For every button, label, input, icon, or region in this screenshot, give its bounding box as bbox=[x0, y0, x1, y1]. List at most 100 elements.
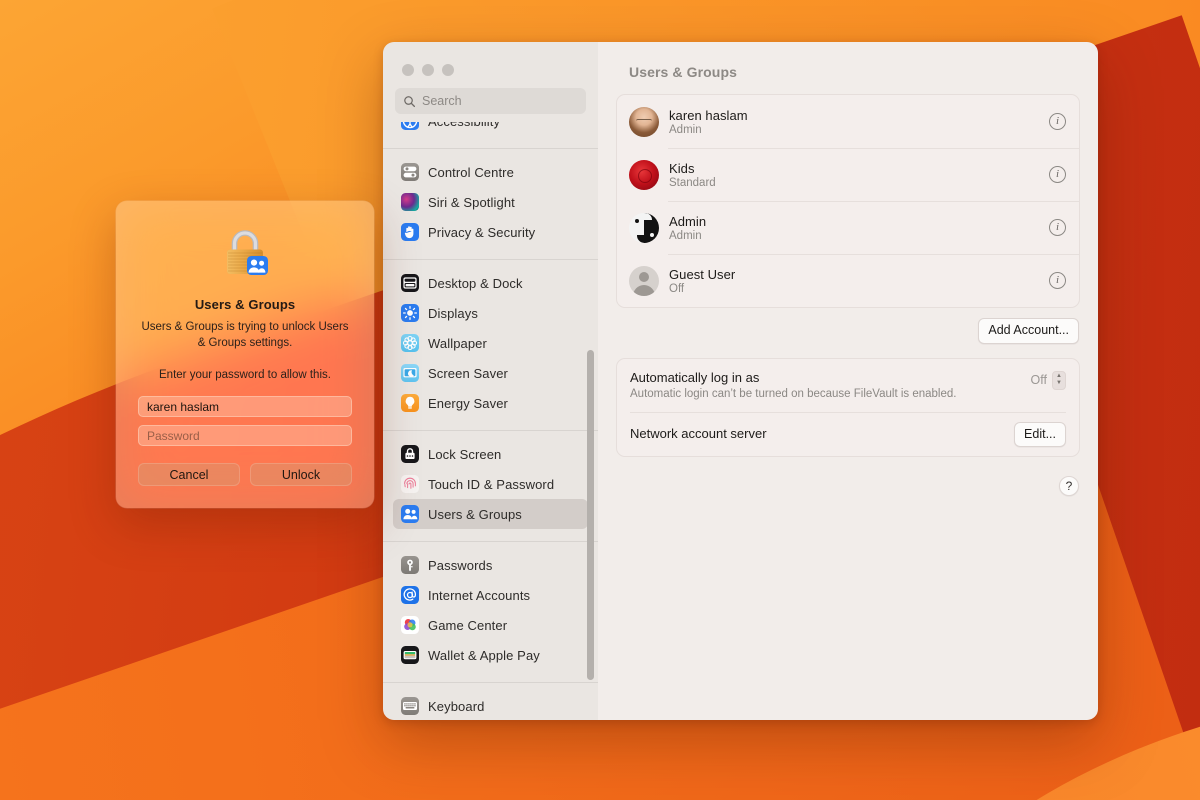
sidebar-item-label: Internet Accounts bbox=[428, 587, 531, 603]
info-icon[interactable]: i bbox=[1049, 219, 1066, 236]
sidebar-group: Lock Screen Touch ID & Password Users & Gr… bbox=[383, 428, 598, 539]
sidebar-item-energy-saver[interactable]: Energy Saver bbox=[393, 388, 588, 418]
user-name: karen haslam bbox=[669, 107, 748, 123]
chevron-up-icon: ▲ bbox=[1056, 373, 1062, 380]
sidebar-item-passwords[interactable]: Passwords bbox=[393, 550, 588, 580]
sidebar-item-siri-spotlight[interactable]: Siri & Spotlight bbox=[393, 187, 588, 217]
user-text: karen haslam Admin bbox=[669, 108, 1049, 136]
add-account-button[interactable]: Add Account... bbox=[978, 318, 1079, 344]
sidebar-item-control-centre[interactable]: Control Centre bbox=[393, 157, 588, 187]
sidebar-item-privacy-security[interactable]: Privacy & Security bbox=[393, 217, 588, 247]
user-row[interactable]: Admin Admin i bbox=[617, 201, 1079, 254]
info-icon[interactable]: i bbox=[1049, 272, 1066, 289]
sidebar-item-internet-accounts[interactable]: Internet Accounts bbox=[393, 580, 588, 610]
displays-brightness-icon bbox=[401, 304, 419, 322]
sidebar-item-list: Accessibility Control Centre Siri & Spotli… bbox=[383, 122, 598, 720]
help-row: ? bbox=[616, 457, 1080, 497]
network-account-server-label: Network account server bbox=[630, 426, 767, 442]
user-name: Admin bbox=[669, 213, 707, 229]
yin-yang-avatar bbox=[629, 212, 659, 243]
sidebar-item-label: Accessibility bbox=[428, 122, 500, 129]
desktop-wallpaper: Search Accessibility Control Centre Siri &… bbox=[0, 0, 1200, 800]
auto-login-description: Automatic login can’t be turned on becau… bbox=[630, 387, 957, 400]
sidebar-item-lock-screen[interactable]: Lock Screen bbox=[393, 439, 588, 469]
network-account-server-edit-button[interactable]: Edit... bbox=[1014, 421, 1066, 448]
generic-person-avatar bbox=[629, 265, 659, 296]
sidebar-group: KeyboardMouse bbox=[383, 680, 598, 720]
rose-avatar bbox=[629, 159, 659, 190]
chevron-down-icon: ▼ bbox=[1056, 380, 1062, 387]
user-role: Off bbox=[669, 282, 685, 295]
sidebar-group: Accessibility bbox=[393, 122, 588, 146]
close-button[interactable] bbox=[402, 64, 414, 76]
sidebar-item-label: Game Center bbox=[428, 617, 508, 633]
keyboard-icon bbox=[401, 697, 419, 715]
auto-login-label: Automatically log in as bbox=[630, 369, 760, 385]
lock-screen-icon bbox=[401, 445, 419, 463]
internet-accounts-at-icon bbox=[401, 586, 419, 604]
privacy-hand-icon bbox=[401, 223, 419, 241]
sidebar-item-label: Keyboard bbox=[428, 698, 485, 714]
settings-main-panel: Users & Groups karen haslam Admin i Kids Sta… bbox=[598, 42, 1098, 720]
photo-avatar bbox=[629, 106, 659, 137]
sidebar-item-displays[interactable]: Displays bbox=[393, 298, 588, 328]
sidebar-scrollbar[interactable] bbox=[587, 350, 594, 680]
unlock-button[interactable]: Unlock bbox=[250, 463, 352, 487]
touch-id-fingerprint-icon bbox=[401, 475, 419, 493]
sidebar-item-label: Siri & Spotlight bbox=[428, 194, 515, 210]
sidebar-item-users-groups[interactable]: Users & Groups bbox=[393, 499, 588, 529]
window-controls bbox=[383, 42, 598, 76]
sidebar-item-accessibility[interactable]: Accessibility bbox=[393, 122, 588, 136]
user-role: Admin bbox=[669, 229, 702, 242]
wallet-icon bbox=[401, 646, 419, 664]
auth-password-field[interactable]: Password bbox=[138, 425, 352, 447]
sidebar-item-wallpaper[interactable]: Wallpaper bbox=[393, 328, 588, 358]
search-input[interactable]: Search bbox=[395, 88, 586, 114]
sidebar-item-screen-saver[interactable]: Screen Saver bbox=[393, 358, 588, 388]
auto-login-popup-stepper[interactable]: ▲ ▼ bbox=[1052, 370, 1066, 390]
user-accounts-list: karen haslam Admin i Kids Standard i Admin Admi… bbox=[616, 94, 1080, 308]
sidebar-item-wallet-apple-pay[interactable]: Wallet & Apple Pay bbox=[393, 640, 588, 670]
users-groups-icon bbox=[401, 505, 419, 523]
sidebar-scroll-area[interactable]: Accessibility Control Centre Siri & Spotli… bbox=[383, 122, 598, 720]
sidebar-group: Desktop & Dock Displays Wallpaper Screen Sa… bbox=[383, 257, 598, 428]
sidebar-item-label: Screen Saver bbox=[428, 365, 508, 381]
info-icon[interactable]: i bbox=[1049, 166, 1066, 183]
sidebar-group-separator bbox=[383, 682, 598, 683]
page-title: Users & Groups bbox=[629, 64, 737, 80]
zoom-button[interactable] bbox=[442, 64, 454, 76]
sidebar-item-label: Displays bbox=[428, 305, 478, 321]
sidebar-item-desktop-dock[interactable]: Desktop & Dock bbox=[393, 268, 588, 298]
user-row[interactable]: karen haslam Admin i bbox=[617, 95, 1079, 148]
user-row[interactable]: Kids Standard i bbox=[617, 148, 1079, 201]
sidebar-item-label: Passwords bbox=[428, 557, 493, 573]
minimize-button[interactable] bbox=[422, 64, 434, 76]
sidebar-item-label: Privacy & Security bbox=[428, 224, 536, 240]
sidebar-item-touch-id-password[interactable]: Touch ID & Password bbox=[393, 469, 588, 499]
accessibility-icon bbox=[401, 122, 419, 130]
energy-saver-bulb-icon bbox=[401, 394, 419, 412]
sidebar-item-label: Wallpaper bbox=[428, 335, 487, 351]
cancel-button[interactable]: Cancel bbox=[138, 463, 240, 487]
user-text: Guest User Off bbox=[669, 267, 1049, 295]
auto-login-row: Automatically log in as Automatic login … bbox=[617, 359, 1079, 412]
user-name: Guest User bbox=[669, 266, 736, 282]
help-button[interactable]: ? bbox=[1059, 476, 1079, 497]
sidebar-group-separator bbox=[383, 148, 598, 149]
auth-username-field[interactable]: karen haslam bbox=[138, 396, 352, 418]
user-role: Admin bbox=[669, 123, 702, 136]
authentication-dialog: Users & Groups Users & Groups is trying … bbox=[116, 201, 374, 508]
info-icon[interactable]: i bbox=[1049, 113, 1066, 130]
sidebar-item-label: Touch ID & Password bbox=[428, 476, 555, 492]
screen-saver-icon bbox=[401, 364, 419, 382]
user-row[interactable]: Guest User Off i bbox=[617, 254, 1079, 307]
sidebar-item-game-center[interactable]: Game Center bbox=[393, 610, 588, 640]
game-center-icon bbox=[401, 616, 419, 634]
sidebar-item-label: Users & Groups bbox=[428, 506, 522, 522]
settings-sidebar: Search Accessibility Control Centre Siri &… bbox=[383, 42, 598, 720]
sidebar-item-keyboard[interactable]: Keyboard bbox=[393, 691, 588, 720]
sidebar-item-label: Wallet & Apple Pay bbox=[428, 647, 540, 663]
sidebar-item-label: Energy Saver bbox=[428, 395, 508, 411]
sidebar-group-separator bbox=[383, 541, 598, 542]
auth-dialog-prompt: Enter your password to allow this. bbox=[159, 369, 331, 382]
